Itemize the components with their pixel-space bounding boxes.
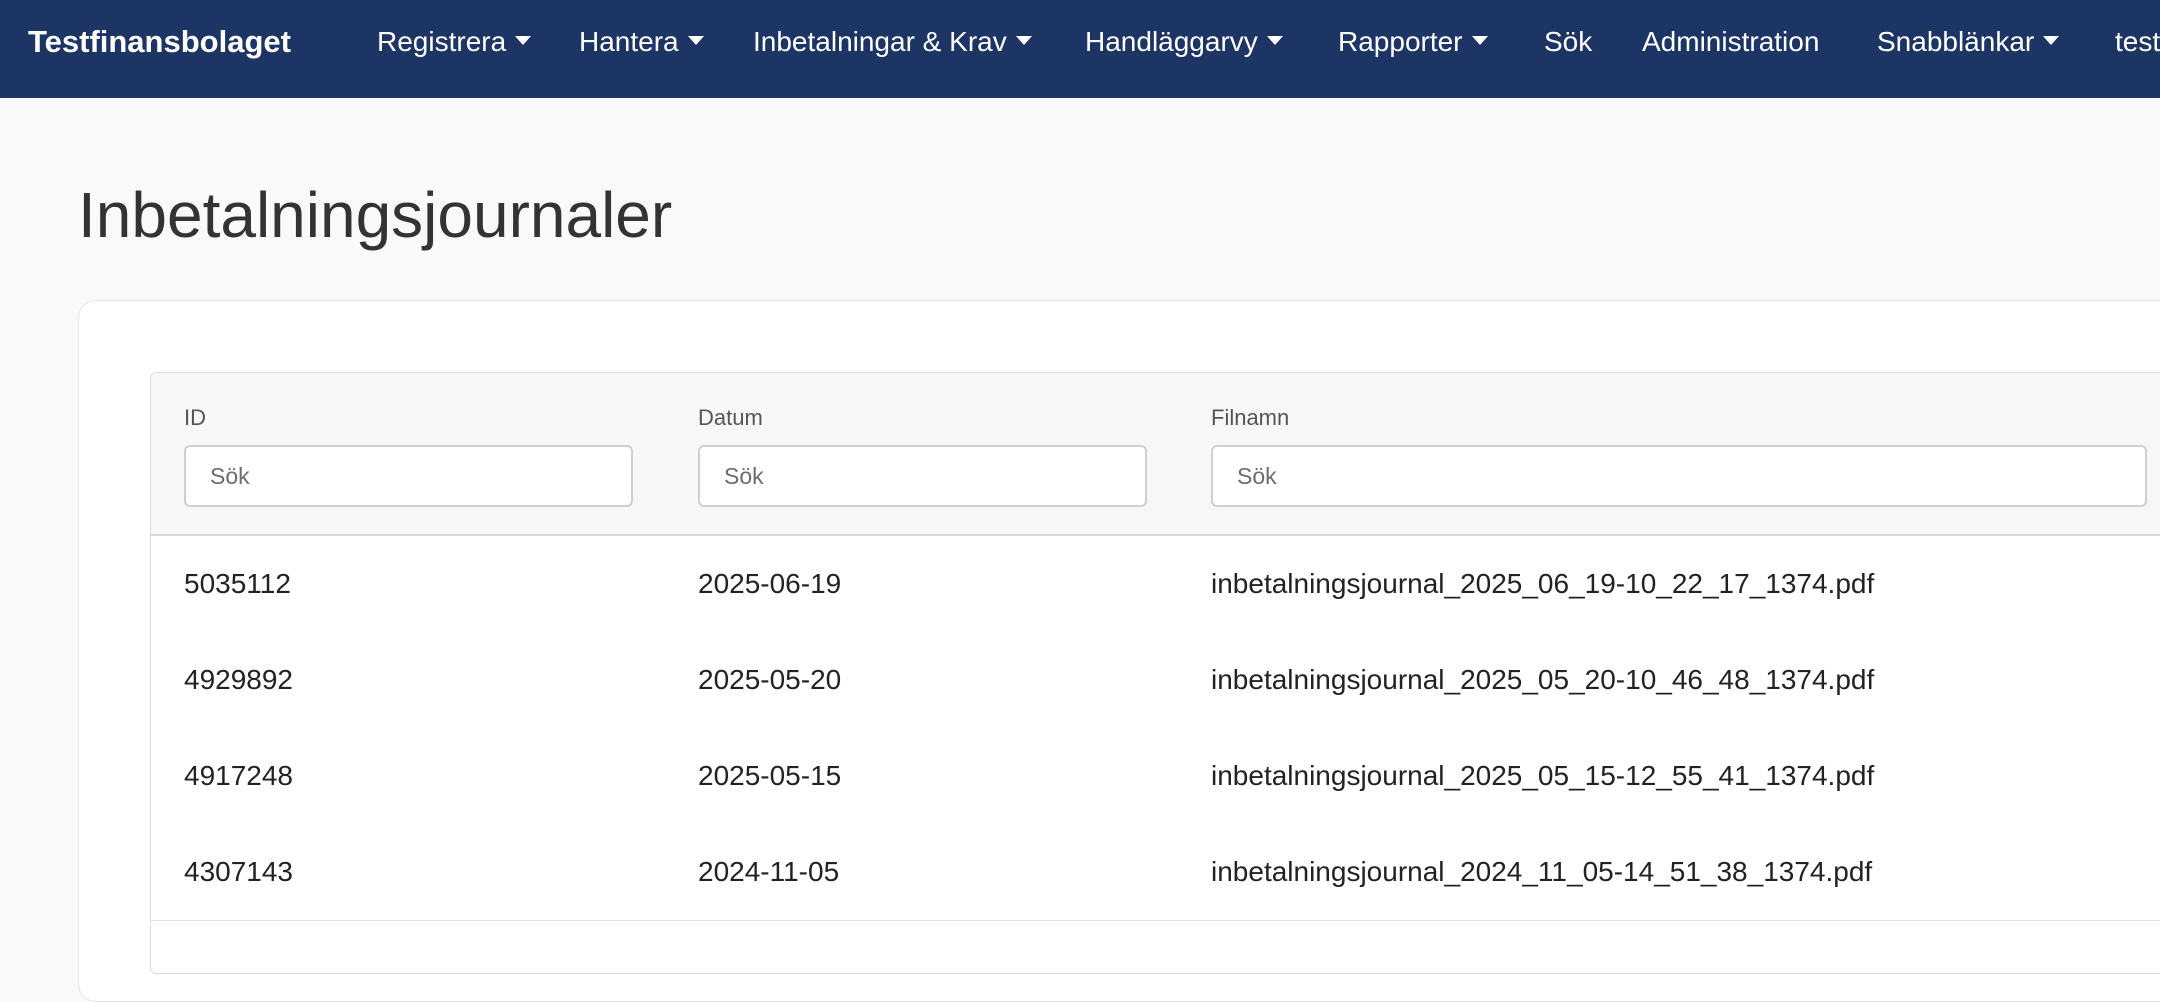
nav-item-rapporter[interactable]: Rapporter [1338,0,1488,84]
journal-table: ID Datum Filnamn 5035112 2025-06-19 inbe… [150,372,2160,974]
caret-down-icon [515,36,532,46]
nav-item-sok[interactable]: Sök [1544,0,1592,84]
table-row[interactable]: 4929892 2025-05-20 inbetalningsjournal_2… [151,632,2160,729]
nav-item-snabblankar[interactable]: Snabblänkar [1877,0,2060,84]
nav-item-label: Handläggarvy [1085,26,1258,57]
table-header: ID Datum Filnamn [151,373,2160,536]
cell-id: 4917248 [184,760,294,791]
nav-item-label: Rapporter [1338,26,1463,57]
nav-item-user[interactable]: test [2115,0,2160,84]
table-row[interactable]: 4307143 2024-11-05 inbetalningsjournal_2… [151,824,2160,921]
cell-id: 4307143 [184,856,294,887]
nav-item-label: test [2115,26,2160,57]
nav-item-label: Administration [1642,26,1820,57]
cell-filename-link[interactable]: inbetalningsjournal_2025_05_20-10_46_48_… [1211,632,1874,728]
cell-date: 2025-06-19 [698,568,842,599]
nav-item-registrera[interactable]: Registrera [377,0,532,84]
nav-item-hantera[interactable]: Hantera [579,0,704,84]
id-search-input[interactable] [184,445,633,507]
page-title: Inbetalningsjournaler [78,179,673,251]
filename-search-input[interactable] [1211,445,2147,507]
cell-filename-link[interactable]: inbetalningsjournal_2024_11_05-14_51_38_… [1211,824,1872,920]
cell-date: 2024-11-05 [698,856,840,887]
cell-filename-link[interactable]: inbetalningsjournal_2025_06_19-10_22_17_… [1211,536,1874,632]
table-row[interactable]: 4917248 2025-05-15 inbetalningsjournal_2… [151,728,2160,825]
brand-logo-text[interactable]: Testfinansbolaget [28,0,291,84]
column-header-id: ID [184,405,206,430]
nav-item-handlaggarvy[interactable]: Handläggarvy [1085,0,1283,84]
caret-down-icon [1015,36,1032,46]
nav-item-administration[interactable]: Administration [1642,0,1819,84]
nav-item-label: Sök [1544,26,1593,57]
nav-item-inbetalningar-krav[interactable]: Inbetalningar & Krav [753,0,1032,84]
nav-item-label: Inbetalningar & Krav [753,26,1007,57]
caret-down-icon [2043,36,2060,46]
top-navbar: Testfinansbolaget Registrera Hantera Inb… [0,0,2160,98]
nav-item-label: Hantera [579,26,679,57]
cell-id: 4929892 [184,664,294,695]
caret-down-icon [687,36,704,46]
column-header-filnamn: Filnamn [1211,405,1290,430]
nav-item-label: Snabblänkar [1877,26,2035,57]
nav-item-label: Registrera [377,26,507,57]
cell-date: 2025-05-20 [698,664,842,695]
caret-down-icon [1266,36,1283,46]
cell-id: 5035112 [184,568,291,599]
cell-filename-link[interactable]: inbetalningsjournal_2025_05_15-12_55_41_… [1211,728,1874,824]
caret-down-icon [1471,36,1488,46]
cell-date: 2025-05-15 [698,760,842,791]
date-search-input[interactable] [698,445,1147,507]
column-header-datum: Datum [698,405,763,430]
table-row[interactable]: 5035112 2025-06-19 inbetalningsjournal_2… [151,536,2160,633]
